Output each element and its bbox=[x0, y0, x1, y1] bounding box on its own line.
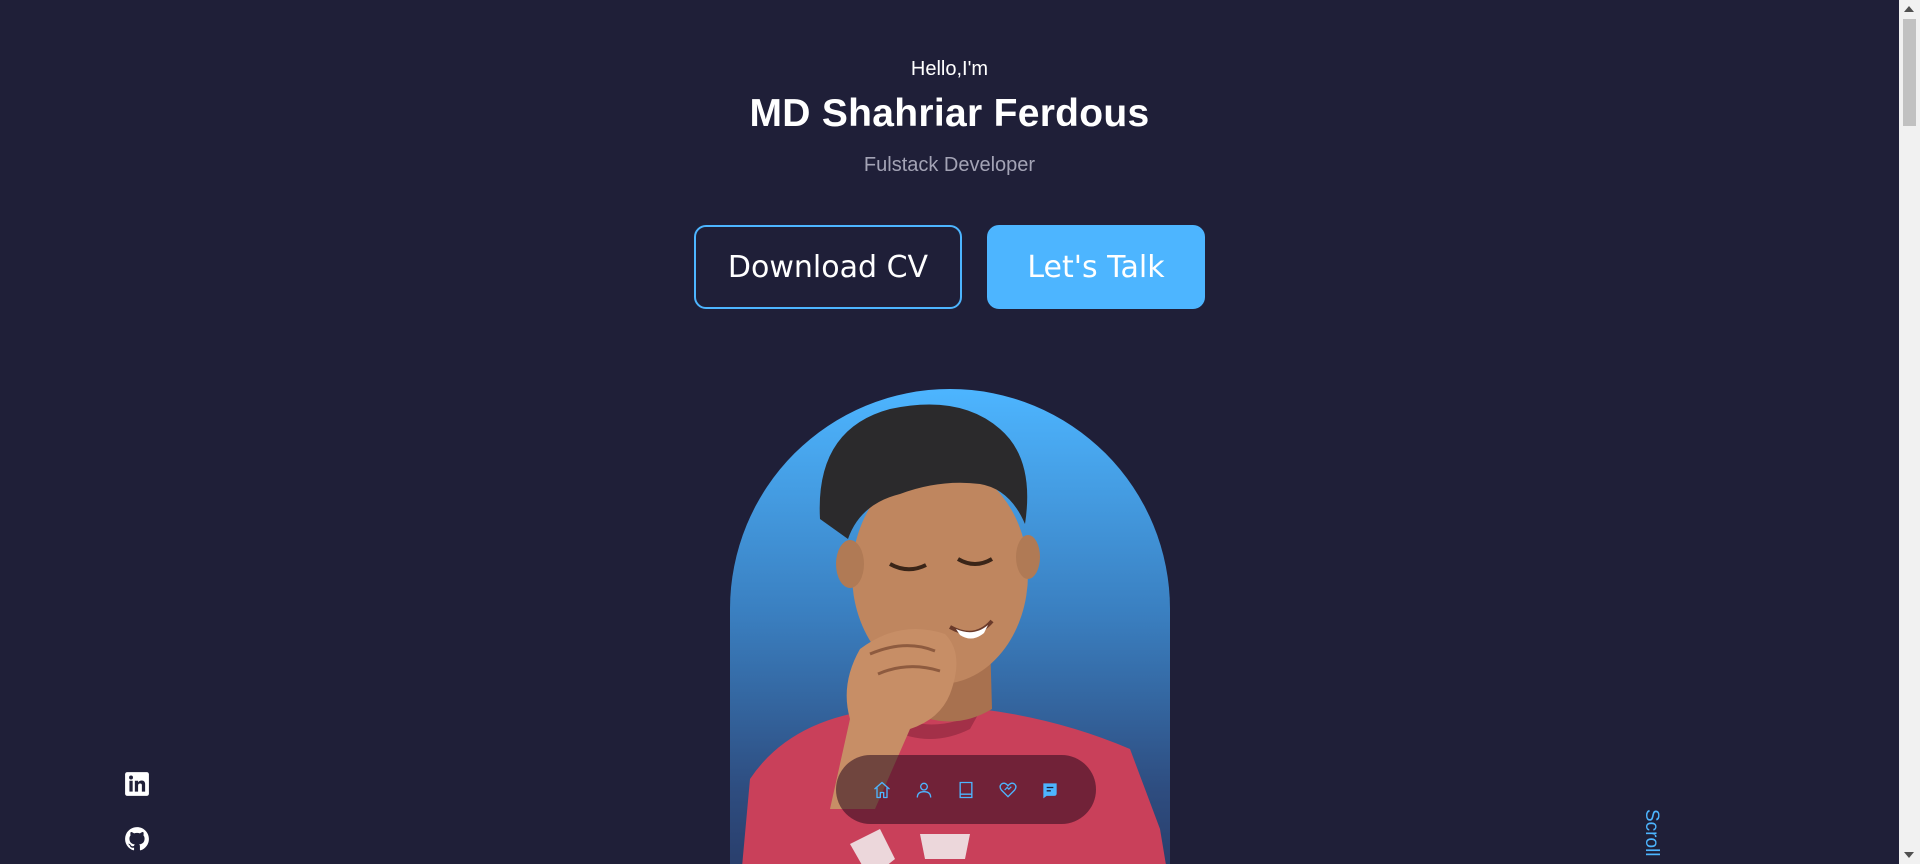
nav-home[interactable] bbox=[868, 776, 896, 804]
github-icon bbox=[125, 827, 149, 851]
greeting-text: Hello,I'm bbox=[910, 58, 989, 80]
home-icon bbox=[874, 781, 890, 798]
nav-services[interactable] bbox=[994, 776, 1022, 804]
linkedin-link[interactable] bbox=[124, 771, 150, 797]
nav-about[interactable] bbox=[910, 776, 938, 804]
scroll-down-arrow-icon[interactable] bbox=[1904, 852, 1914, 858]
user-icon bbox=[916, 782, 932, 798]
role-subtitle: Fulstack Developer bbox=[863, 154, 1036, 176]
lets-talk-button[interactable]: Let's Talk bbox=[987, 225, 1205, 309]
scroll-down-link[interactable]: Scroll bbox=[1640, 809, 1662, 857]
book-icon bbox=[959, 781, 973, 798]
services-icon bbox=[999, 782, 1017, 798]
github-link[interactable] bbox=[124, 826, 150, 852]
nav-experience[interactable] bbox=[952, 776, 980, 804]
page-scrollbar[interactable] bbox=[1899, 0, 1920, 864]
hero-section: Hello,I'm MD Shahriar Ferdous Fulstack D… bbox=[0, 0, 1899, 864]
scrollbar-thumb[interactable] bbox=[1903, 19, 1916, 126]
linkedin-icon bbox=[125, 772, 149, 796]
page-title: MD Shahriar Ferdous bbox=[749, 92, 1150, 135]
floating-nav-bar bbox=[836, 755, 1096, 824]
nav-contact[interactable] bbox=[1036, 776, 1064, 804]
message-icon bbox=[1043, 782, 1057, 798]
download-cv-button[interactable]: Download CV bbox=[694, 225, 962, 309]
portfolio-page: Hello,I'm MD Shahriar Ferdous Fulstack D… bbox=[0, 0, 1920, 864]
scroll-up-arrow-icon[interactable] bbox=[1904, 6, 1914, 12]
